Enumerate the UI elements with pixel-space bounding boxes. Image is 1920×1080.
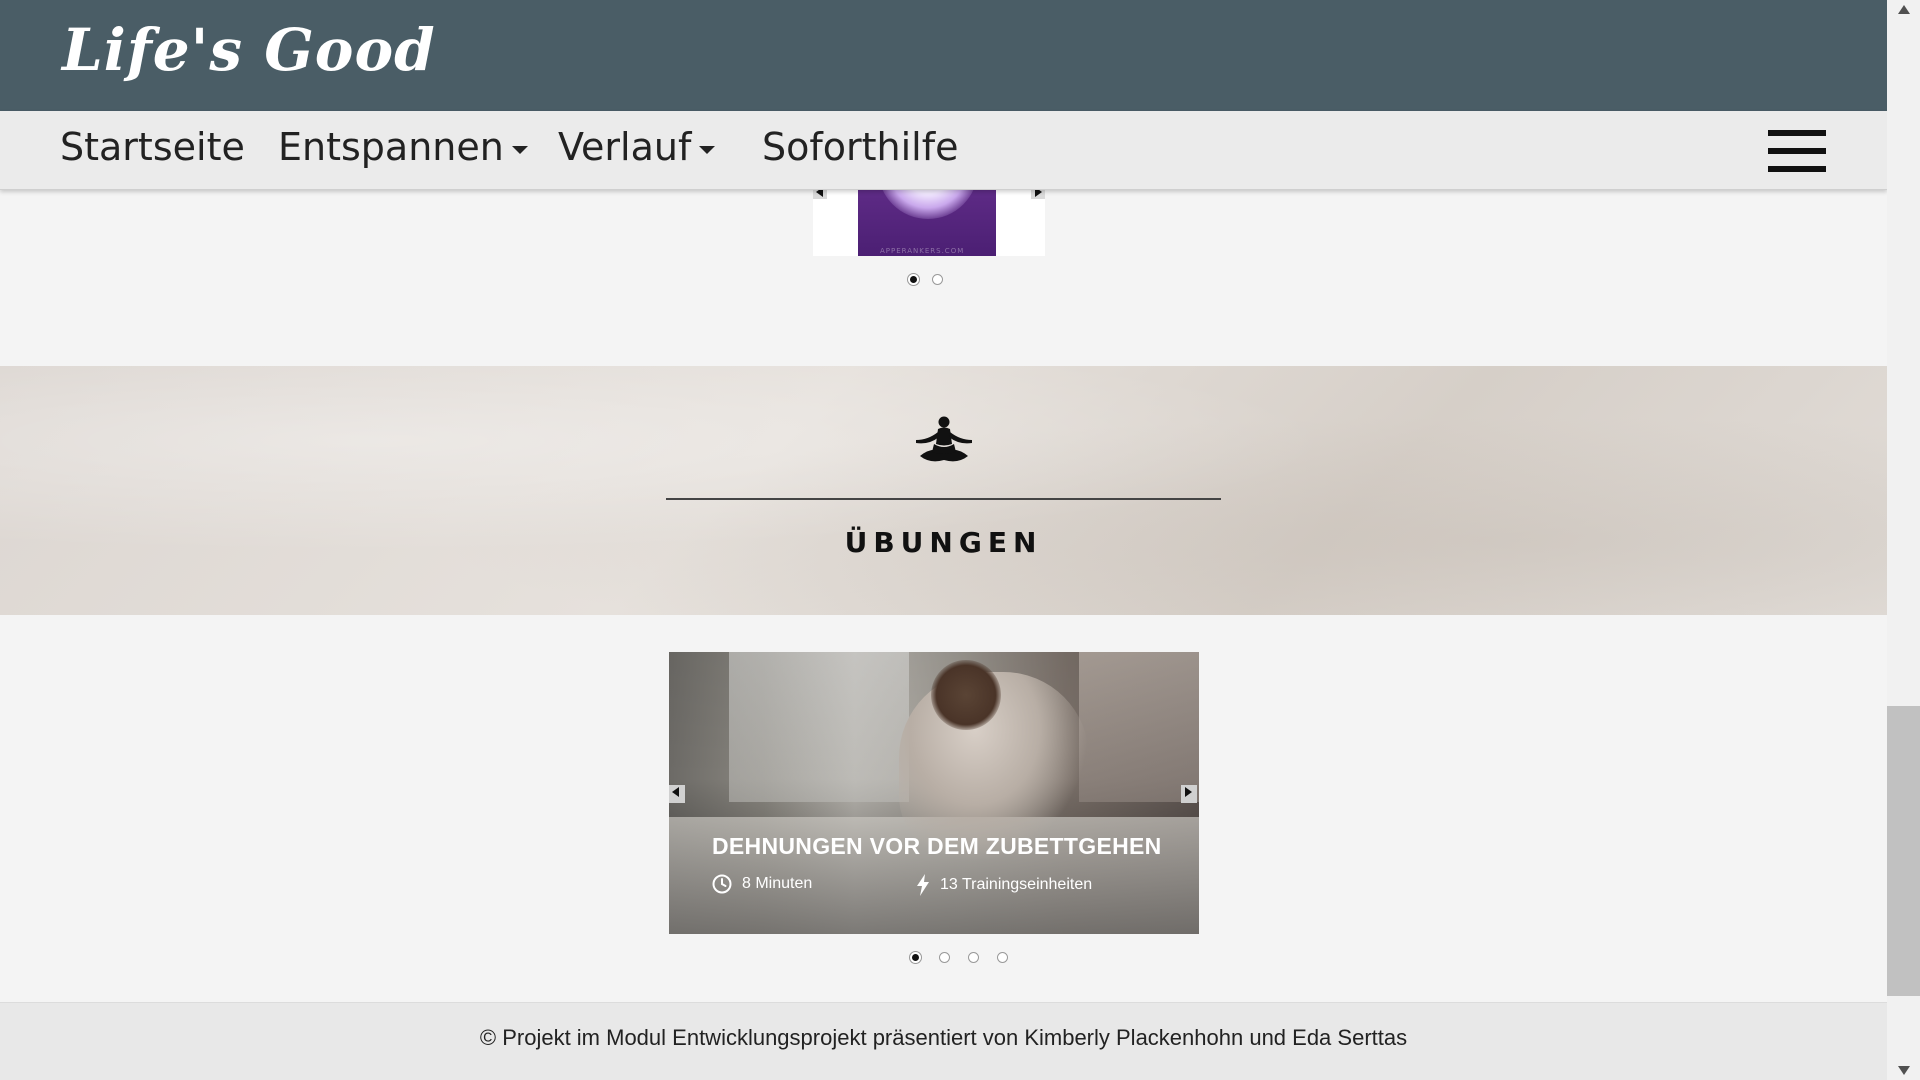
section-title: ÜBUNGEN [844,526,1043,559]
scroll-up-arrow-icon[interactable] [1887,0,1920,20]
carousel-dot[interactable] [997,952,1008,963]
page: Life's Good Startseite Entspannen Verlau… [0,0,1887,1080]
nav-item-label: Verlauf [558,125,692,169]
scrollbar-thumb[interactable] [1887,706,1920,996]
carousel-next-arrow-icon[interactable] [1181,785,1197,803]
nav-item-startseite[interactable]: Startseite [60,125,245,169]
hamburger-menu-icon[interactable] [1768,130,1826,172]
exercises-section-header: ÜBUNGEN [0,366,1887,615]
menu-line [1768,148,1826,154]
carousel-prev-arrow-icon[interactable] [669,785,685,803]
sessions-text: 13 Trainingseinheiten [940,876,1093,893]
nav-item-soforthilfe[interactable]: Soforthilfe [762,125,958,169]
moon-glow [878,189,978,219]
nav-item-label: Soforthilfe [762,125,959,169]
sleep-carousel-dots [908,274,943,285]
sleep-carousel: APPERANKERS.COM [813,185,1045,256]
nav-item-verlauf[interactable]: Verlauf [558,125,716,169]
exercise-duration: 8 Minuten [712,874,812,894]
main-navigation: Startseite Entspannen Verlauf Soforthilf… [0,111,1887,190]
meditation-pose-icon [916,416,972,462]
vertical-scrollbar[interactable] [1887,0,1920,1080]
image-watermark: APPERANKERS.COM [880,247,965,255]
exercise-title[interactable]: DEHNUNGEN VOR DEM ZUBETTGEHEN [712,833,1162,860]
scroll-down-arrow-icon[interactable] [1887,1060,1920,1080]
caret-down-icon [511,145,528,154]
carousel-dot[interactable] [910,952,921,963]
site-footer: © Projekt im Modul Entwicklungsprojekt p… [0,1002,1887,1080]
image-hair-shape [931,660,1001,730]
section-divider [666,498,1221,500]
carousel-dot[interactable] [968,952,979,963]
caret-down-icon [699,145,716,154]
image-window-shape [729,652,909,802]
site-header: Life's Good [0,0,1887,111]
moon-image[interactable]: APPERANKERS.COM [858,189,996,256]
nav-item-entspannen[interactable]: Entspannen [278,125,528,169]
exercise-carousel[interactable]: DEHNUNGEN VOR DEM ZUBETTGEHEN 8 Minuten … [669,652,1199,934]
nav-item-label: Startseite [60,125,245,169]
site-logo[interactable]: Life's Good [62,16,436,84]
exercise-sessions: 13 Trainingseinheiten [916,874,1092,896]
image-mirror-shape [1079,652,1199,802]
clock-icon [712,874,732,894]
duration-text: 8 Minuten [742,875,813,892]
menu-line [1768,166,1826,172]
lightning-bolt-icon [917,874,929,896]
carousel-dot[interactable] [908,274,919,285]
menu-line [1768,130,1826,136]
nav-item-label: Entspannen [278,125,504,169]
exercise-carousel-dots [910,952,1008,963]
footer-text: © Projekt im Modul Entwicklungsprojekt p… [479,1025,1408,1050]
carousel-dot[interactable] [932,274,943,285]
carousel-dot[interactable] [939,952,950,963]
